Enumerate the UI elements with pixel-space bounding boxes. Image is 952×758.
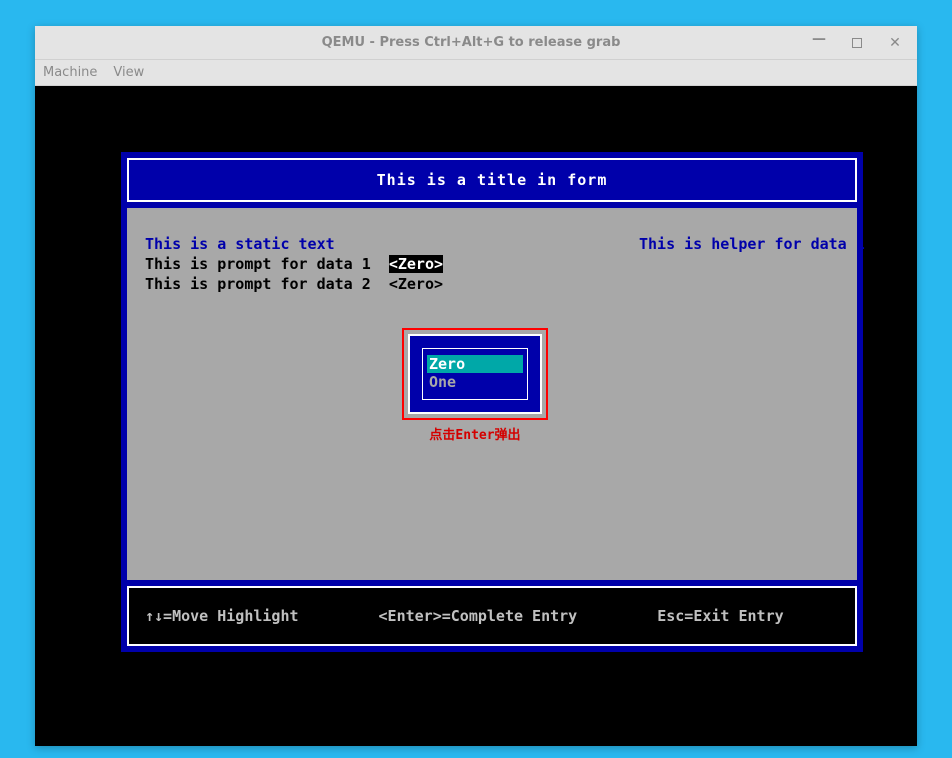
field-prompt-1: This is prompt for data 1 — [145, 255, 371, 273]
field-prompt-2: This is prompt for data 2 — [145, 275, 371, 293]
window-titlebar: QEMU - Press Ctrl+Alt+G to release grab — [35, 26, 917, 60]
menu-machine[interactable]: Machine — [43, 65, 97, 80]
field-value-1: <Zero> — [389, 255, 443, 273]
field-row-2[interactable]: This is prompt for data 2 <Zero> — [145, 274, 443, 294]
minimize-icon — [812, 35, 826, 51]
maximize-button[interactable] — [845, 31, 869, 55]
form-left-panel: This is a static text This is prompt for… — [145, 234, 443, 294]
help-enter: <Enter>=Complete Entry — [379, 607, 578, 625]
close-icon — [889, 35, 901, 51]
help-move: ↑↓=Move Highlight — [145, 607, 299, 625]
dropdown-popup: Zero One — [402, 328, 548, 420]
popup-option-zero[interactable]: Zero — [427, 355, 523, 373]
minimize-button[interactable] — [807, 31, 831, 55]
popup-caption: 点击Enter弹出 — [402, 424, 548, 443]
window-title: QEMU - Press Ctrl+Alt+G to release grab — [322, 35, 621, 50]
menubar: Machine View — [35, 60, 917, 86]
field-value-2: <Zero> — [389, 275, 443, 293]
form-title: This is a title in form — [377, 171, 608, 189]
helper-text: This is helper for data 1 — [639, 234, 839, 254]
static-text: This is a static text — [145, 234, 443, 254]
popup-option-one[interactable]: One — [427, 373, 523, 391]
emulator-screen[interactable]: This is a title in form This is a static… — [35, 86, 917, 746]
field-row-1[interactable]: This is prompt for data 1 <Zero> — [145, 254, 443, 274]
qemu-window: QEMU - Press Ctrl+Alt+G to release grab … — [35, 26, 917, 746]
help-esc: Esc=Exit Entry — [657, 607, 783, 625]
bios-form: This is a title in form This is a static… — [121, 152, 863, 652]
form-title-bar: This is a title in form — [127, 158, 857, 202]
form-helper-panel: This is helper for data 1 — [639, 234, 839, 254]
maximize-icon — [852, 38, 862, 48]
help-bar: ↑↓=Move Highlight <Enter>=Complete Entry… — [127, 586, 857, 646]
close-button[interactable] — [883, 31, 907, 55]
menu-view[interactable]: View — [113, 65, 144, 80]
form-body: This is a static text This is prompt for… — [127, 208, 857, 580]
